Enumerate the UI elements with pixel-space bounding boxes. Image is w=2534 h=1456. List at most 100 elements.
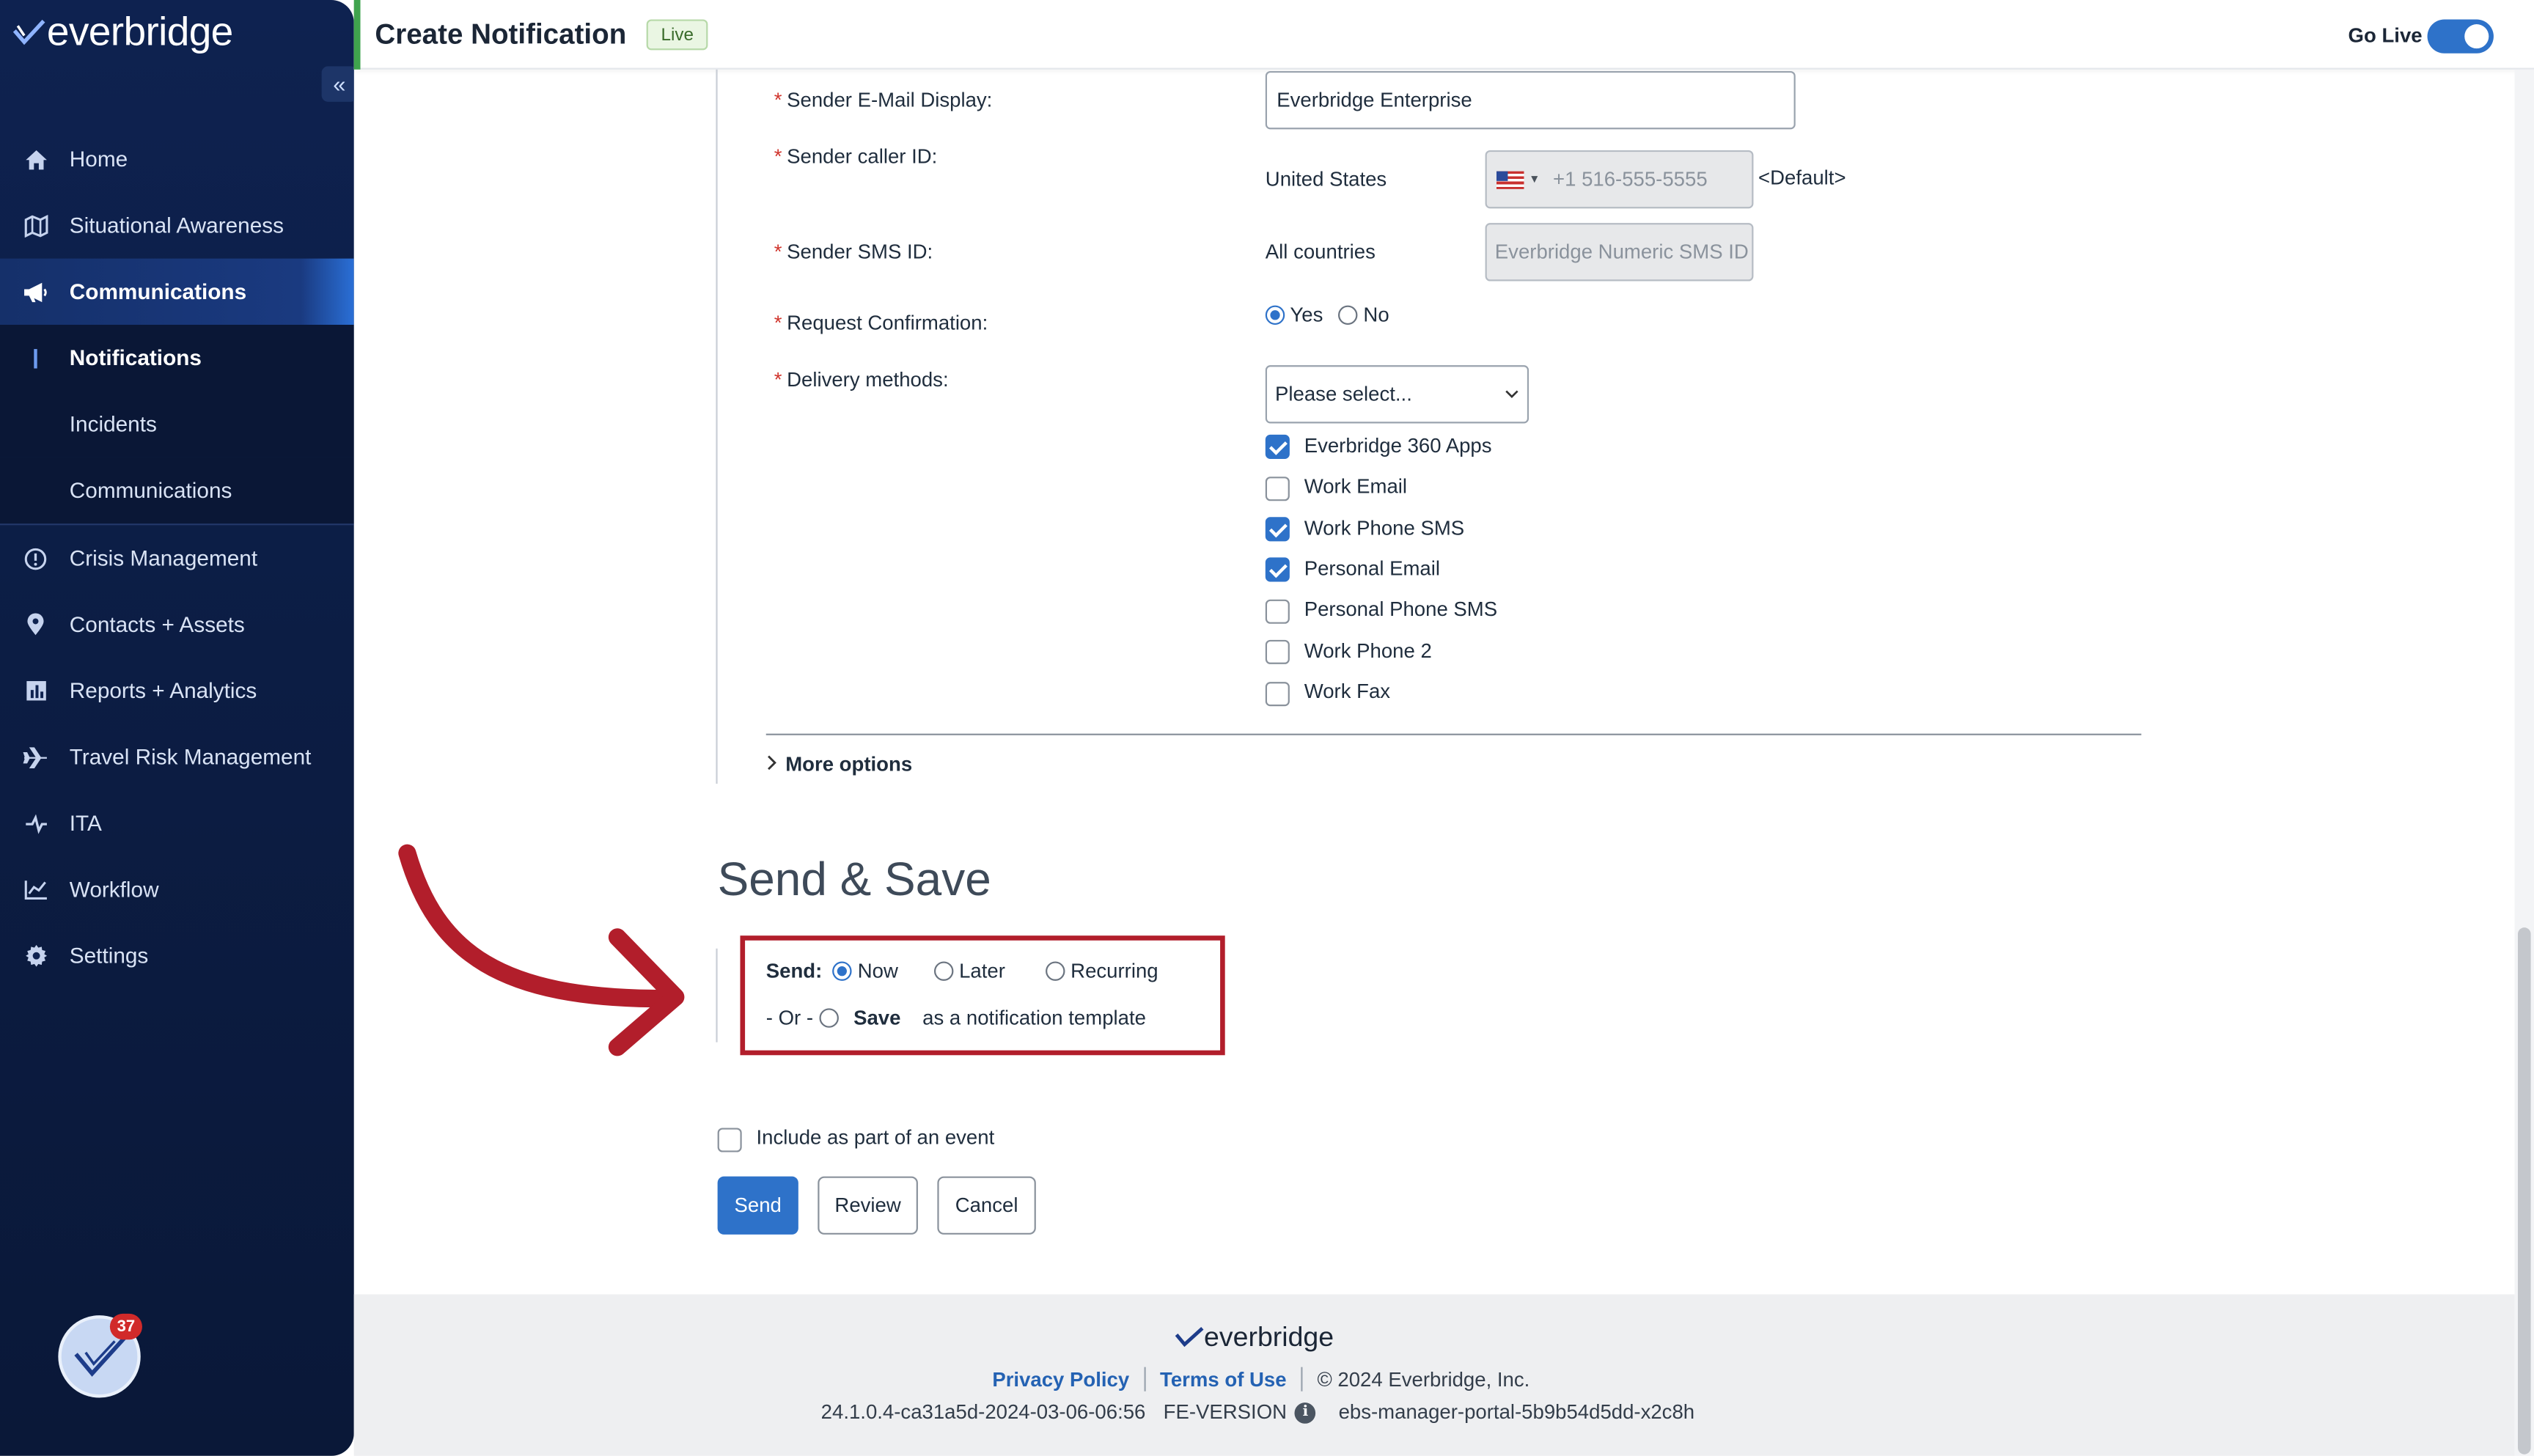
privacy-policy-link[interactable]: Privacy Policy bbox=[992, 1368, 1129, 1391]
more-options-toggle[interactable]: More options bbox=[766, 753, 912, 776]
sidebar-item-label: Settings bbox=[69, 944, 149, 968]
sender-email-value: Everbridge Enterprise bbox=[1277, 89, 1472, 112]
send-later-option: Later bbox=[933, 960, 1005, 982]
sidebar-item-home[interactable]: Home bbox=[0, 126, 354, 192]
form-section-rule bbox=[716, 69, 718, 784]
send-section-rule bbox=[716, 948, 718, 1043]
collapse-sidebar-button[interactable]: « bbox=[321, 66, 354, 102]
sidebar-subitem-incidents[interactable]: Incidents bbox=[0, 391, 354, 457]
sidebar-item-label: Crisis Management bbox=[69, 545, 258, 571]
delivery-checkbox-work-fax[interactable] bbox=[1265, 682, 1290, 707]
caller-id-placeholder: +1 516-555-5555 bbox=[1553, 168, 1708, 191]
everbridge-logo[interactable]: everbridge bbox=[12, 10, 233, 56]
delivery-methods-select[interactable]: Please select... bbox=[1265, 365, 1529, 424]
delivery-checkbox-360-apps[interactable] bbox=[1265, 434, 1290, 459]
send-recurring-radio[interactable] bbox=[1046, 961, 1065, 981]
sidebar-item-settings[interactable]: Settings bbox=[0, 923, 354, 989]
sidebar-item-label: Contacts + Assets bbox=[69, 612, 245, 637]
send-label: Send: bbox=[765, 960, 823, 983]
delivery-label-personal-email: Personal Email bbox=[1304, 557, 1441, 581]
alert-circle-icon bbox=[23, 545, 48, 571]
delivery-label-360-apps: Everbridge 360 Apps bbox=[1304, 434, 1492, 457]
footer-links: Privacy Policy Terms of Use © 2024 Everb… bbox=[992, 1367, 1529, 1391]
sms-id-input[interactable]: Everbridge Numeric SMS ID bbox=[1485, 223, 1754, 282]
sidebar-item-label: Communications bbox=[69, 478, 232, 503]
home-icon bbox=[23, 146, 48, 172]
sender-email-input[interactable]: Everbridge Enterprise bbox=[1265, 70, 1796, 130]
go-live-toggle[interactable] bbox=[2427, 19, 2494, 54]
include-event-label: Include as part of an event bbox=[756, 1126, 995, 1150]
sidebar-subitem-notifications[interactable]: Notifications bbox=[0, 325, 354, 391]
delivery-checkbox-work-phone-2[interactable] bbox=[1265, 639, 1290, 664]
caller-id-input[interactable]: ▼ +1 516-555-5555 bbox=[1485, 150, 1754, 209]
annotation-arrow-icon bbox=[398, 844, 685, 1056]
footer-logo-text: everbridge bbox=[1204, 1321, 1334, 1353]
confirm-yes-label: Yes bbox=[1290, 304, 1323, 327]
send-now-radio[interactable] bbox=[832, 961, 853, 981]
more-options-label: More options bbox=[785, 753, 913, 776]
delivery-label-work-phone-sms: Work Phone SMS bbox=[1304, 517, 1465, 540]
delivery-label-work-phone-2: Work Phone 2 bbox=[1304, 639, 1432, 663]
confirm-yes-radio[interactable] bbox=[1265, 305, 1285, 326]
chevron-right-icon bbox=[768, 755, 776, 771]
review-button[interactable]: Review bbox=[818, 1176, 918, 1235]
or-label: - Or - bbox=[765, 1007, 814, 1030]
sidebar-item-label: Communications bbox=[69, 279, 247, 304]
info-icon[interactable]: i bbox=[1295, 1402, 1316, 1423]
send-save-title: Send & Save bbox=[717, 854, 991, 907]
build-version: 24.1.0.4-ca31a5d-2024-03-06-06:56 bbox=[820, 1400, 1146, 1424]
sidebar-item-ita[interactable]: ITA bbox=[0, 790, 354, 856]
caller-country: United States bbox=[1265, 168, 1387, 191]
notification-count-badge: 37 bbox=[109, 1313, 142, 1340]
sidebar-item-label: ITA bbox=[69, 811, 102, 836]
live-status-badge: Live bbox=[646, 19, 708, 51]
send-button[interactable]: Send bbox=[717, 1176, 798, 1235]
sidebar-item-label: Situational Awareness bbox=[69, 213, 284, 238]
include-event-checkbox[interactable] bbox=[717, 1128, 742, 1152]
sidebar-item-label: Travel Risk Management bbox=[69, 745, 312, 770]
chevron-down-icon bbox=[1505, 390, 1518, 398]
gear-icon bbox=[23, 943, 48, 968]
us-flag-icon bbox=[1496, 170, 1524, 188]
sms-country: All countries bbox=[1265, 240, 1376, 264]
sidebar-item-workflow[interactable]: Workflow bbox=[0, 856, 354, 922]
delivery-checkbox-work-email[interactable] bbox=[1265, 477, 1290, 501]
save-template-radio[interactable] bbox=[818, 1008, 839, 1028]
page-title: Create Notification bbox=[375, 18, 627, 51]
caller-id-label: * Sender caller ID: bbox=[774, 145, 938, 169]
sidebar-item-contacts-assets[interactable]: Contacts + Assets bbox=[0, 592, 354, 658]
sms-id-placeholder: Everbridge Numeric SMS ID bbox=[1494, 240, 1749, 264]
line-chart-icon bbox=[23, 877, 48, 902]
app-window: everbridge « Home Situational Awareness … bbox=[0, 0, 2534, 1456]
scrollbar-thumb[interactable] bbox=[2517, 927, 2531, 1455]
footer-separator bbox=[1144, 1367, 1146, 1391]
instance-id: ebs-manager-portal-5b9b54d5dd-x2c8h bbox=[1338, 1400, 1695, 1424]
sidebar-item-communications[interactable]: Communications bbox=[0, 258, 354, 326]
sidebar-item-crisis-management[interactable]: Crisis Management bbox=[0, 525, 354, 591]
sidebar: everbridge « Home Situational Awareness … bbox=[0, 0, 354, 1456]
send-recurring-option: Recurring bbox=[1046, 960, 1158, 982]
send-options-highlight bbox=[740, 935, 1225, 1056]
cancel-button[interactable]: Cancel bbox=[937, 1176, 1036, 1235]
terms-of-use-link[interactable]: Terms of Use bbox=[1160, 1368, 1287, 1391]
ita-icon bbox=[23, 810, 48, 836]
sidebar-item-situational-awareness[interactable]: Situational Awareness bbox=[0, 192, 354, 258]
map-icon bbox=[23, 213, 48, 238]
logo-check-icon bbox=[12, 18, 45, 45]
send-later-radio[interactable] bbox=[933, 961, 954, 981]
delivery-checkbox-work-phone-sms[interactable] bbox=[1265, 517, 1290, 542]
sidebar-item-reports-analytics[interactable]: Reports + Analytics bbox=[0, 658, 354, 724]
flag-dropdown-icon: ▼ bbox=[1529, 173, 1540, 185]
sidebar-item-travel-risk[interactable]: Travel Risk Management bbox=[0, 724, 354, 790]
confirm-no-label: No bbox=[1363, 304, 1389, 327]
footer-logo-check-icon bbox=[1175, 1326, 1204, 1347]
caller-default-tag: <Default> bbox=[1758, 166, 1846, 189]
delivery-checkbox-personal-email[interactable] bbox=[1265, 557, 1290, 582]
section-divider bbox=[765, 733, 2142, 735]
confirm-no-radio[interactable] bbox=[1338, 305, 1358, 326]
footer-version-row: 24.1.0.4-ca31a5d-2024-03-06-06:56 FE-VER… bbox=[821, 1401, 1694, 1424]
delivery-checkbox-personal-phone-sms[interactable] bbox=[1265, 599, 1290, 624]
footer-logo: everbridge bbox=[1175, 1322, 1334, 1354]
sidebar-subitem-communications[interactable]: Communications bbox=[0, 457, 354, 524]
sidebar-item-label: Incidents bbox=[69, 412, 157, 437]
